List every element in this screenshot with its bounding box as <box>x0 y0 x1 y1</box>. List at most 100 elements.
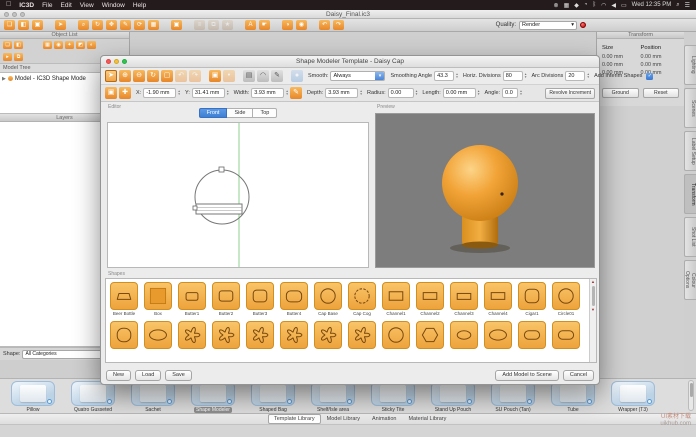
angle-stepper[interactable]: ▴▾ <box>520 90 522 97</box>
app-grid-icon[interactable]: ▦ <box>564 2 570 9</box>
box-icon[interactable]: ▣ <box>171 20 182 30</box>
horiz-divisions-stepper[interactable]: ▴▾ <box>525 73 527 80</box>
camera-icon[interactable]: ◉ <box>54 41 63 49</box>
pencil-icon[interactable]: ✎ <box>271 70 283 82</box>
3d-preview-canvas[interactable] <box>375 113 595 268</box>
side-tab-transform[interactable]: Transform <box>684 174 696 214</box>
shape-item[interactable] <box>245 321 275 355</box>
align-icon[interactable]: ≡ <box>194 20 205 30</box>
template-item[interactable]: Shape Modeler <box>188 381 238 413</box>
side-tab-lighting[interactable]: Lighting <box>684 45 696 85</box>
radius-input[interactable]: 0.00 <box>388 88 414 98</box>
shape-item[interactable]: Butter1 <box>177 282 207 316</box>
fit-icon[interactable]: ▢ <box>161 70 173 82</box>
shape-thumbnail-butter1[interactable] <box>178 282 206 310</box>
shape-thumbnail-channel1[interactable] <box>382 282 410 310</box>
shape-thumbnail-beer-bottle[interactable] <box>110 282 138 310</box>
shape-thumbnail-flower[interactable] <box>212 321 240 349</box>
shape-thumbnail-ellipse[interactable] <box>144 321 172 349</box>
cancel-button[interactable]: Cancel <box>563 370 594 381</box>
template-item[interactable]: Pillow <box>8 381 58 413</box>
spotlight-search-icon[interactable]: ⌕ <box>676 2 679 9</box>
shape-item[interactable]: Butter2 <box>211 282 241 316</box>
dialog-titlebar[interactable]: Shape Modeler Template - Daisy Cap <box>101 56 599 68</box>
profile-editor-canvas[interactable] <box>107 122 369 268</box>
redo-icon[interactable]: ↷ <box>189 70 201 82</box>
shapes-scrollbar[interactable]: ▲▼ <box>589 279 596 362</box>
shape-thumbnail-cap-base[interactable] <box>314 282 342 310</box>
panel-icon[interactable]: ▤ <box>243 70 255 82</box>
app-diamond-icon[interactable]: ◆ <box>574 2 579 9</box>
clock-icon[interactable]: ◔ <box>584 2 588 8</box>
shape-item[interactable]: Channel1 <box>381 282 411 316</box>
shape-thumbnail-stadium[interactable] <box>552 321 580 349</box>
shape-item[interactable] <box>551 321 581 355</box>
shape-thumbnail-hexagon[interactable] <box>416 321 444 349</box>
tree-expand-icon[interactable]: ▶ <box>2 76 6 82</box>
battery-icon[interactable]: ▭ <box>621 2 627 9</box>
orbit-icon[interactable]: ↻ <box>92 20 103 30</box>
view-tab-front[interactable]: Front <box>199 108 228 118</box>
undo-icon[interactable]: ↶ <box>175 70 187 82</box>
shape-icon[interactable]: ▣ <box>105 87 117 99</box>
depth-stepper[interactable]: ▴▾ <box>360 90 362 97</box>
smooth-dropdown[interactable]: Always▾ <box>330 71 385 81</box>
shape-thumbnail-ellipse[interactable] <box>484 321 512 349</box>
shape-thumbnail-flower[interactable] <box>246 321 274 349</box>
volume-icon[interactable]: ◀ <box>611 2 616 9</box>
tab-animation[interactable]: Animation <box>366 414 402 424</box>
curve-icon[interactable]: ◠ <box>257 70 269 82</box>
template-item[interactable]: Sachet <box>128 381 178 413</box>
pencil-icon[interactable]: ✎ <box>290 87 302 99</box>
shape-item[interactable] <box>279 321 309 355</box>
shape-item[interactable] <box>347 321 377 355</box>
shape-thumbnail-flower[interactable] <box>314 321 342 349</box>
apple-menu-icon[interactable]:  <box>6 0 11 10</box>
ground-button[interactable]: Ground <box>602 88 639 98</box>
rotate-icon[interactable]: ⟳ <box>134 20 145 30</box>
menu-item-help[interactable]: Help <box>133 2 146 9</box>
menu-item-view[interactable]: View <box>80 2 94 9</box>
new-file-icon[interactable]: ❏ <box>4 20 15 30</box>
template-thumbnail[interactable] <box>611 381 655 406</box>
main-window-titlebar[interactable]: Daisy_Final.ic3 <box>0 10 696 19</box>
template-item[interactable]: Wrapper (T3) <box>608 381 658 413</box>
template-item[interactable]: Sticky Tite <box>368 381 418 413</box>
new-button[interactable]: New <box>106 370 131 381</box>
wifi-icon[interactable]: ◠ <box>601 2 606 9</box>
zoom-out-icon[interactable]: ⊖ <box>133 70 145 82</box>
template-item[interactable]: Shelf/Isle area <box>308 381 358 413</box>
open-icon[interactable]: ◧ <box>14 41 23 49</box>
pencil-icon[interactable]: ✎ <box>120 20 131 30</box>
shape-item[interactable]: Channel4 <box>483 282 513 316</box>
undo-icon[interactable]: ↶ <box>319 20 330 30</box>
material-icon[interactable]: ◩ <box>76 41 85 49</box>
template-item[interactable]: Shaped Bag <box>248 381 298 413</box>
y-stepper[interactable]: ▴▾ <box>227 90 229 97</box>
redo-icon[interactable]: ↷ <box>333 20 344 30</box>
template-item[interactable]: Quatro Gusseted <box>68 381 118 413</box>
shape-item[interactable]: Channel2 <box>415 282 445 316</box>
shape-thumbnail-flower[interactable] <box>280 321 308 349</box>
side-tab-label-setup[interactable]: Label Setup <box>684 131 696 171</box>
shape-item[interactable]: Box <box>143 282 173 316</box>
shape-item[interactable] <box>517 321 547 355</box>
shape-thumbnail-channel2[interactable] <box>416 282 444 310</box>
side-tab-colour-options[interactable]: Colour Options <box>684 260 696 300</box>
camera-icon[interactable]: ◉ <box>296 20 307 30</box>
template-item[interactable]: Tube <box>548 381 598 413</box>
shape-item[interactable] <box>143 321 173 355</box>
x-input[interactable]: -1.90 mm <box>143 88 176 98</box>
shape-item[interactable]: Butter4 <box>279 282 309 316</box>
template-strip-scrollbar[interactable] <box>688 380 694 411</box>
new-icon[interactable]: ❏ <box>3 41 12 49</box>
shape-item[interactable]: Cap Base <box>313 282 343 316</box>
view-tab-top[interactable]: Top <box>253 108 277 118</box>
smoothing-angle-input[interactable]: 43.3 <box>434 71 454 81</box>
template-item[interactable]: Stand Up Pouch <box>428 381 478 413</box>
shape-thumbnail-butter3[interactable] <box>246 282 274 310</box>
save-button[interactable]: Save <box>165 370 192 381</box>
arc-divisions-input[interactable]: 20 <box>565 71 585 81</box>
menubar-clock[interactable]: Wed 12:35 PM <box>632 2 672 8</box>
app-circle-icon[interactable]: ⊗ <box>554 2 559 9</box>
